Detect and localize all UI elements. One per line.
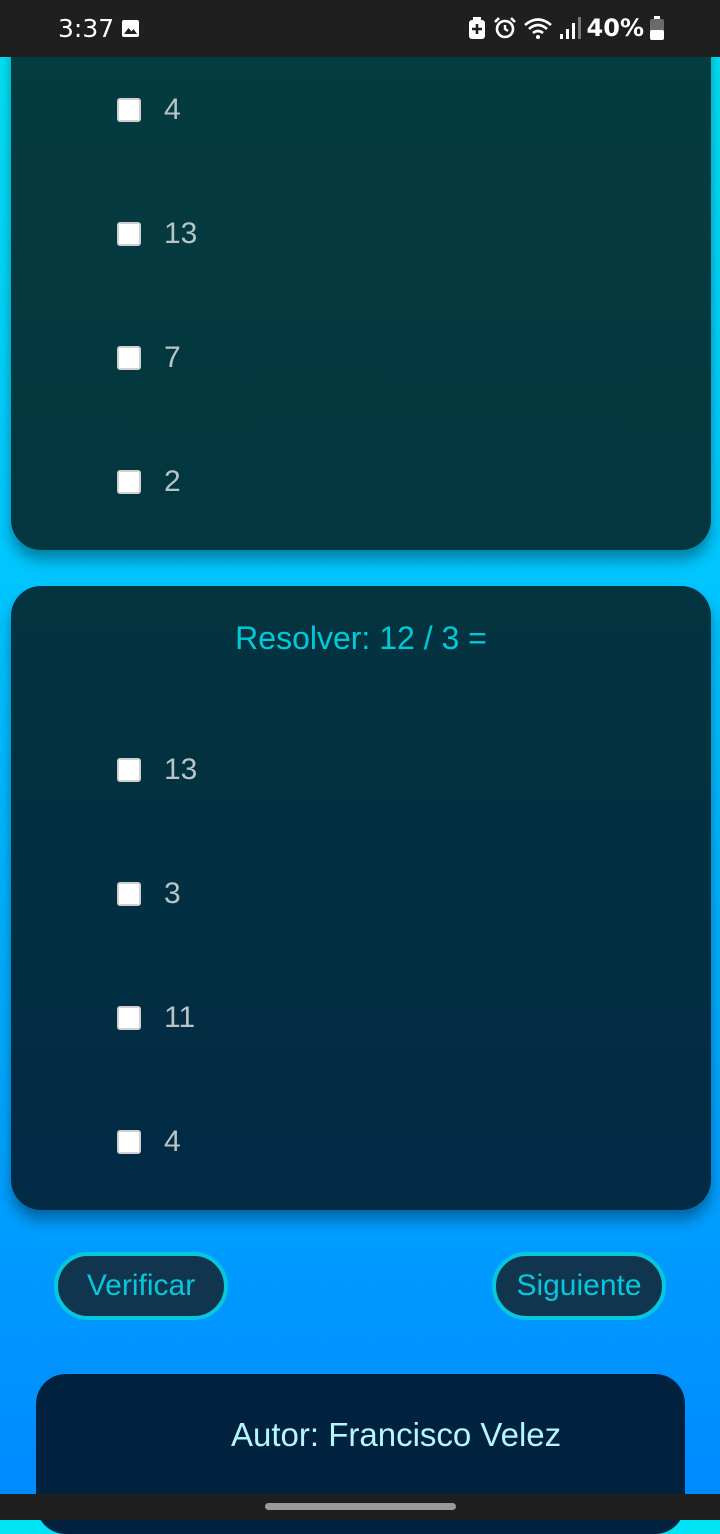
next-button[interactable]: Siguiente [492, 1252, 666, 1320]
status-bar: 3:37 40% [0, 0, 720, 57]
option-label: 13 [164, 753, 198, 786]
status-time: 3:37 [58, 14, 115, 43]
battery-percent: 40% [586, 14, 644, 42]
option-checkbox[interactable] [117, 1006, 141, 1030]
option-checkbox[interactable] [117, 470, 141, 494]
option-label: 2 [164, 465, 181, 498]
option-row[interactable]: 4 [117, 95, 181, 125]
question-title: Resolver: 12 / 3 = [235, 620, 487, 656]
option-checkbox[interactable] [117, 1130, 141, 1154]
battery-icon [650, 16, 664, 40]
option-label: 3 [164, 877, 181, 910]
option-checkbox[interactable] [117, 882, 141, 906]
option-row[interactable]: 11 [117, 1003, 195, 1033]
alarm-icon [493, 17, 516, 39]
option-row[interactable]: 7 [117, 343, 181, 373]
signal-icon [559, 17, 581, 39]
option-row[interactable]: 13 [117, 219, 197, 249]
option-checkbox[interactable] [117, 346, 141, 370]
option-checkbox[interactable] [117, 98, 141, 122]
status-icons: 40% [467, 14, 664, 42]
question-card-1: 4 13 7 2 [11, 20, 711, 550]
option-row[interactable]: 3 [117, 879, 181, 909]
option-row[interactable]: 4 [117, 1127, 181, 1157]
option-checkbox[interactable] [117, 758, 141, 782]
home-gesture-handle[interactable] [265, 1503, 456, 1510]
option-label: 13 [164, 217, 198, 250]
question-card-2: Resolver: 12 / 3 = 13 3 11 4 [11, 586, 711, 1210]
option-label: 7 [164, 341, 181, 374]
option-checkbox[interactable] [117, 222, 141, 246]
option-label: 4 [164, 93, 181, 126]
option-label: 11 [164, 1001, 196, 1034]
author-text: Autor: Francisco Velez [231, 1416, 562, 1453]
option-label: 4 [164, 1125, 181, 1158]
gallery-icon [122, 20, 139, 37]
wifi-icon [523, 18, 552, 39]
verify-button[interactable]: Verificar [54, 1252, 228, 1320]
battery-saver-icon [468, 17, 485, 39]
option-row[interactable]: 13 [117, 755, 197, 785]
option-row[interactable]: 2 [117, 467, 181, 497]
navigation-bar [0, 1494, 720, 1520]
